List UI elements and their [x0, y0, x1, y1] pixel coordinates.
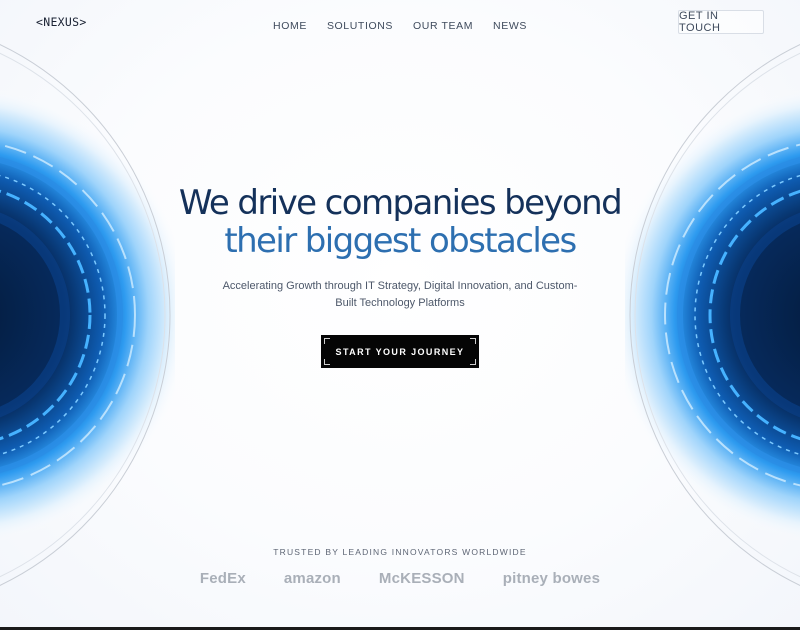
nav-news[interactable]: NEWS	[493, 20, 527, 32]
nav-home[interactable]: HOME	[273, 20, 307, 32]
right-portal-graphic	[625, 44, 800, 586]
hero-heading-line-2: their biggest obstacles	[224, 221, 577, 261]
corner-bracket-icon	[324, 359, 330, 365]
landing-page: <NEXUS> HOME SOLUTIONS OUR TEAM NEWS GET…	[0, 0, 800, 630]
client-logo-fedex: FedEx	[199, 570, 246, 587]
hero-subtitle: Accelerating Growth through IT Strategy,…	[222, 280, 578, 309]
left-portal-graphic	[0, 44, 175, 586]
hero-heading: We drive companies beyond their biggest …	[0, 184, 800, 260]
start-your-journey-label: START YOUR JOURNEY	[335, 346, 465, 357]
nav-our-team[interactable]: OUR TEAM	[413, 20, 473, 32]
client-logo-pitney-bowes: pitney bowes	[502, 570, 601, 587]
get-in-touch-button[interactable]: GET IN TOUCH	[678, 10, 764, 34]
client-logo-mckesson: McKESSON	[378, 570, 465, 587]
client-logo-amazon: amazon	[283, 570, 341, 587]
nav-solutions[interactable]: SOLUTIONS	[327, 20, 393, 32]
corner-bracket-icon	[470, 359, 476, 365]
corner-bracket-icon	[470, 338, 476, 344]
hero-heading-line-1: We drive companies beyond	[178, 183, 623, 223]
trusted-by-label: TRUSTED BY LEADING INNOVATORS WORLDWIDE	[273, 547, 527, 557]
corner-bracket-icon	[324, 338, 330, 344]
client-logos: FedEx amazon McKESSON pitney bowes	[0, 570, 800, 587]
start-your-journey-button[interactable]: START YOUR JOURNEY	[321, 335, 479, 368]
